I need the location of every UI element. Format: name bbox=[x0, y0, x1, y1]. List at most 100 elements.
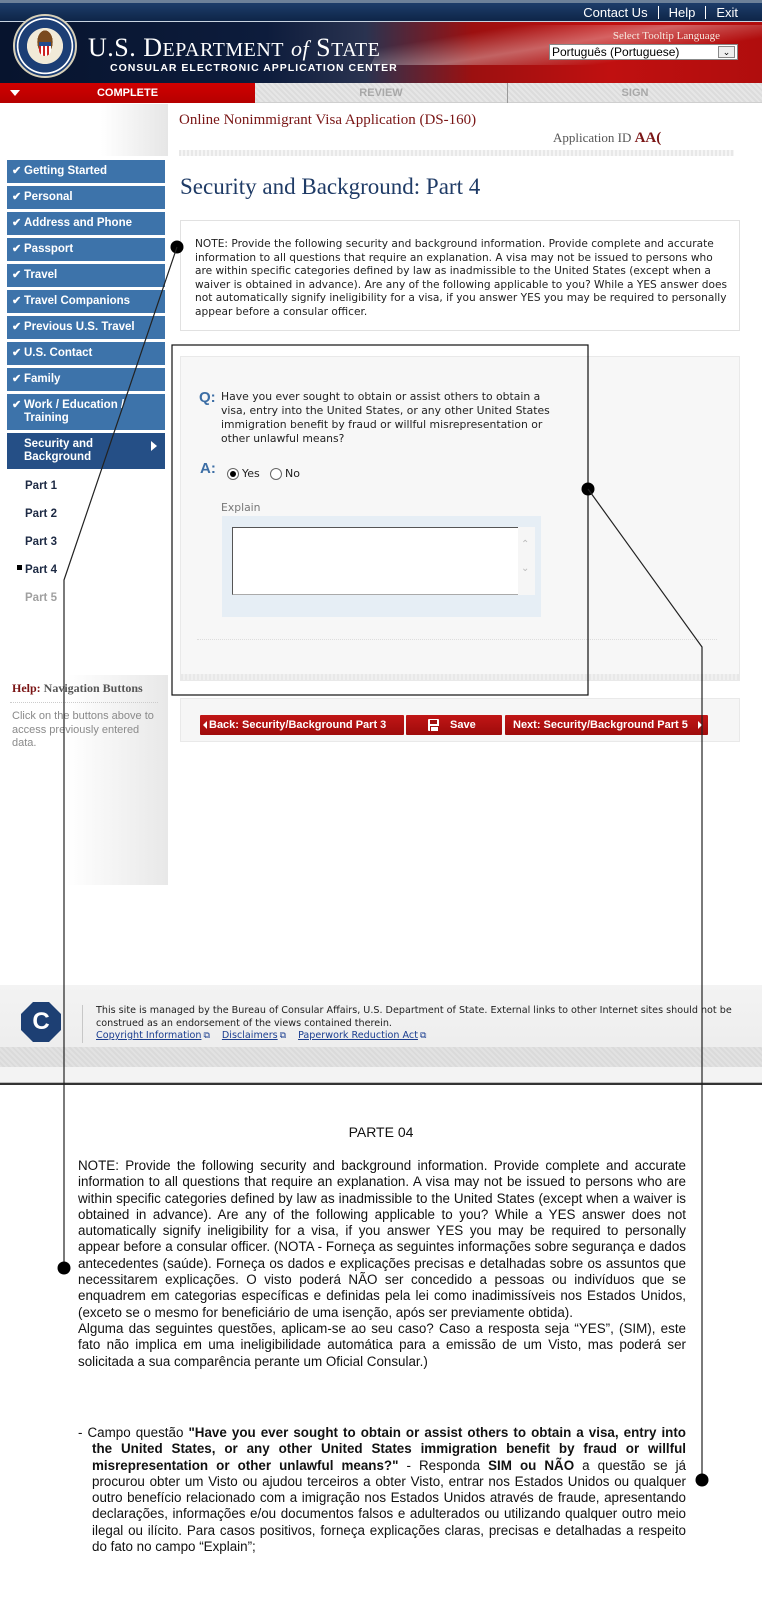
sidebar-subitem-part-3[interactable]: Part 3 bbox=[7, 528, 165, 556]
textarea-scrollbar[interactable]: ⌃ ⌄ bbox=[518, 527, 535, 595]
arrow-left-icon bbox=[203, 721, 207, 729]
sidebar-item-label: Personal bbox=[24, 191, 73, 203]
shield-icon bbox=[39, 42, 51, 56]
check-icon: ✔ bbox=[12, 295, 22, 307]
caret-right-icon bbox=[151, 441, 157, 451]
selected-language: Português (Portuguese) bbox=[552, 45, 680, 59]
next-button[interactable]: Next: Security/Background Part 5 bbox=[505, 715, 708, 735]
sidebar-item-getting-started[interactable]: ✔ Getting Started bbox=[7, 160, 165, 183]
tab-label: REVIEW bbox=[359, 87, 403, 99]
site-footer: C This site is managed by the Bureau of … bbox=[0, 985, 762, 1067]
scroll-up-icon[interactable]: ⌃ bbox=[521, 539, 529, 550]
check-icon: ✔ bbox=[12, 217, 22, 229]
sidebar-item-personal[interactable]: ✔ Personal bbox=[7, 186, 165, 209]
sidebar-item-label: Family bbox=[24, 373, 61, 385]
sidebar-top-shade bbox=[0, 104, 168, 156]
callout-dot bbox=[57, 1261, 71, 1275]
triangle-down-icon bbox=[10, 90, 20, 96]
radio-yes[interactable]: Yes bbox=[227, 467, 260, 480]
tooltip-language-select[interactable]: Português (Portuguese) ⌄ bbox=[549, 44, 738, 60]
doc-item-text: - Responda bbox=[398, 1457, 489, 1473]
sidebar-item-family[interactable]: ✔ Family bbox=[7, 368, 165, 391]
check-icon: ✔ bbox=[12, 191, 22, 203]
footer-link-paperwork[interactable]: Paperwork Reduction Act ⧉ bbox=[298, 1030, 426, 1041]
sidebar-item-travel[interactable]: ✔ Travel bbox=[7, 264, 165, 287]
link-text[interactable]: Copyright Information bbox=[96, 1030, 201, 1041]
subitem-label: Part 3 bbox=[25, 536, 57, 548]
help-box: Help: Navigation Buttons Click on the bu… bbox=[0, 675, 168, 885]
application-id: Application ID AA( bbox=[553, 130, 661, 147]
divider bbox=[10, 702, 158, 703]
footer-link-copyright[interactable]: Copyright Information ⧉ bbox=[96, 1030, 210, 1041]
tab-review: REVIEW bbox=[255, 83, 508, 103]
doc-paragraph-text: Alguma das seguintes questões, aplicam-s… bbox=[78, 1320, 686, 1369]
page-bottom-strip bbox=[0, 1067, 762, 1083]
doc-paragraph: NOTE: Provide the following security and… bbox=[78, 1158, 686, 1370]
sidebar-subitem-part-2[interactable]: Part 2 bbox=[7, 500, 165, 528]
footer-links: Copyright Information ⧉ Disclaimers ⧉ Pape… bbox=[96, 1030, 426, 1041]
external-link-icon: ⧉ bbox=[419, 1031, 427, 1041]
tab-label: COMPLETE bbox=[96, 87, 159, 99]
explain-container: ⌃ ⌄ bbox=[222, 516, 541, 617]
chevron-down-icon[interactable]: ⌄ bbox=[718, 46, 735, 58]
external-link-icon: ⧉ bbox=[203, 1031, 210, 1041]
department-subtitle: CONSULAR ELECTRONIC APPLICATION CENTER bbox=[110, 62, 398, 74]
exit-link[interactable]: Exit bbox=[706, 5, 748, 20]
note-text: NOTE: Provide the following security and… bbox=[195, 238, 728, 318]
sidebar-item-security-background[interactable]: Security and Background bbox=[7, 433, 165, 469]
sidebar-item-us-contact[interactable]: ✔ U.S. Contact bbox=[7, 342, 165, 365]
help-title: Help: Navigation Buttons bbox=[12, 681, 143, 696]
application-id-label: Application ID bbox=[553, 130, 632, 145]
footer-text: This site is managed by the Bureau of Co… bbox=[96, 1005, 732, 1029]
sidebar-item-work-education[interactable]: ✔ Work / Education / Training bbox=[7, 394, 165, 430]
explain-label: Explain bbox=[221, 501, 261, 514]
tab-label: SIGN bbox=[621, 87, 649, 99]
tooltip-language-label: Select Tooltip Language bbox=[612, 30, 720, 42]
footer-link-disclaimers[interactable]: Disclaimers ⧉ bbox=[222, 1030, 286, 1041]
external-link-icon: ⧉ bbox=[279, 1031, 287, 1041]
check-icon: ✔ bbox=[12, 399, 22, 411]
answer-label: A: bbox=[200, 460, 216, 477]
callout-dot bbox=[695, 1473, 709, 1487]
help-link[interactable]: Help bbox=[659, 5, 706, 20]
check-icon: ✔ bbox=[12, 321, 22, 333]
site-header: Contact Us Help Exit U.S. DEPARTMENT of … bbox=[0, 0, 762, 83]
button-label: Save bbox=[450, 719, 476, 731]
radio-checked-icon[interactable] bbox=[227, 467, 239, 480]
tab-sign: SIGN bbox=[508, 83, 762, 103]
explain-textarea[interactable] bbox=[232, 527, 535, 595]
link-text[interactable]: Paperwork Reduction Act bbox=[298, 1030, 418, 1041]
scroll-down-icon[interactable]: ⌄ bbox=[521, 563, 529, 574]
sidebar-subitem-part-1[interactable]: Part 1 bbox=[7, 472, 165, 500]
department-title: U.S. DEPARTMENT of STATE bbox=[88, 33, 380, 63]
sidebar-item-label: U.S. Contact bbox=[24, 347, 93, 359]
link-text[interactable]: Disclaimers bbox=[222, 1030, 278, 1041]
contact-us-link[interactable]: Contact Us bbox=[573, 5, 657, 20]
sidebar-item-label: Travel bbox=[24, 269, 58, 281]
arrow-right-icon bbox=[698, 721, 702, 729]
save-button[interactable]: Save bbox=[406, 715, 502, 735]
title-part: S bbox=[316, 33, 332, 62]
note-box: NOTE: Provide the following security and… bbox=[180, 220, 740, 331]
question-label: Q: bbox=[199, 389, 216, 406]
sidebar-item-address-phone[interactable]: ✔ Address and Phone bbox=[7, 212, 165, 235]
radio-unchecked-icon[interactable] bbox=[270, 467, 282, 480]
check-icon: ✔ bbox=[12, 243, 22, 255]
back-button[interactable]: Back: Security/Background Part 3 bbox=[200, 715, 404, 735]
sidebar-subitem-part-4[interactable]: Part 4 bbox=[7, 556, 165, 584]
sidebar-nav: ✔ Getting Started ✔ Personal ✔ Address and … bbox=[7, 160, 165, 612]
sidebar-item-passport[interactable]: ✔ Passport bbox=[7, 238, 165, 261]
tab-complete[interactable]: COMPLETE bbox=[0, 83, 255, 103]
sidebar-item-label: Getting Started bbox=[24, 165, 108, 177]
title-part: U.S. D bbox=[88, 33, 163, 62]
page-title: Security and Background: Part 4 bbox=[180, 174, 481, 199]
doc-paragraph-text: NOTE: Provide the following security and… bbox=[78, 1158, 686, 1320]
application-id-value: AA( bbox=[634, 130, 662, 146]
subitem-label: Part 4 bbox=[25, 564, 57, 576]
sidebar-item-label: Passport bbox=[24, 243, 74, 255]
sidebar-item-previous-us-travel[interactable]: ✔ Previous U.S. Travel bbox=[7, 316, 165, 339]
check-icon: ✔ bbox=[12, 269, 22, 281]
sidebar-item-travel-companions[interactable]: ✔ Travel Companions bbox=[7, 290, 165, 313]
radio-no[interactable]: No bbox=[270, 467, 300, 480]
radio-label: Yes bbox=[242, 467, 260, 480]
